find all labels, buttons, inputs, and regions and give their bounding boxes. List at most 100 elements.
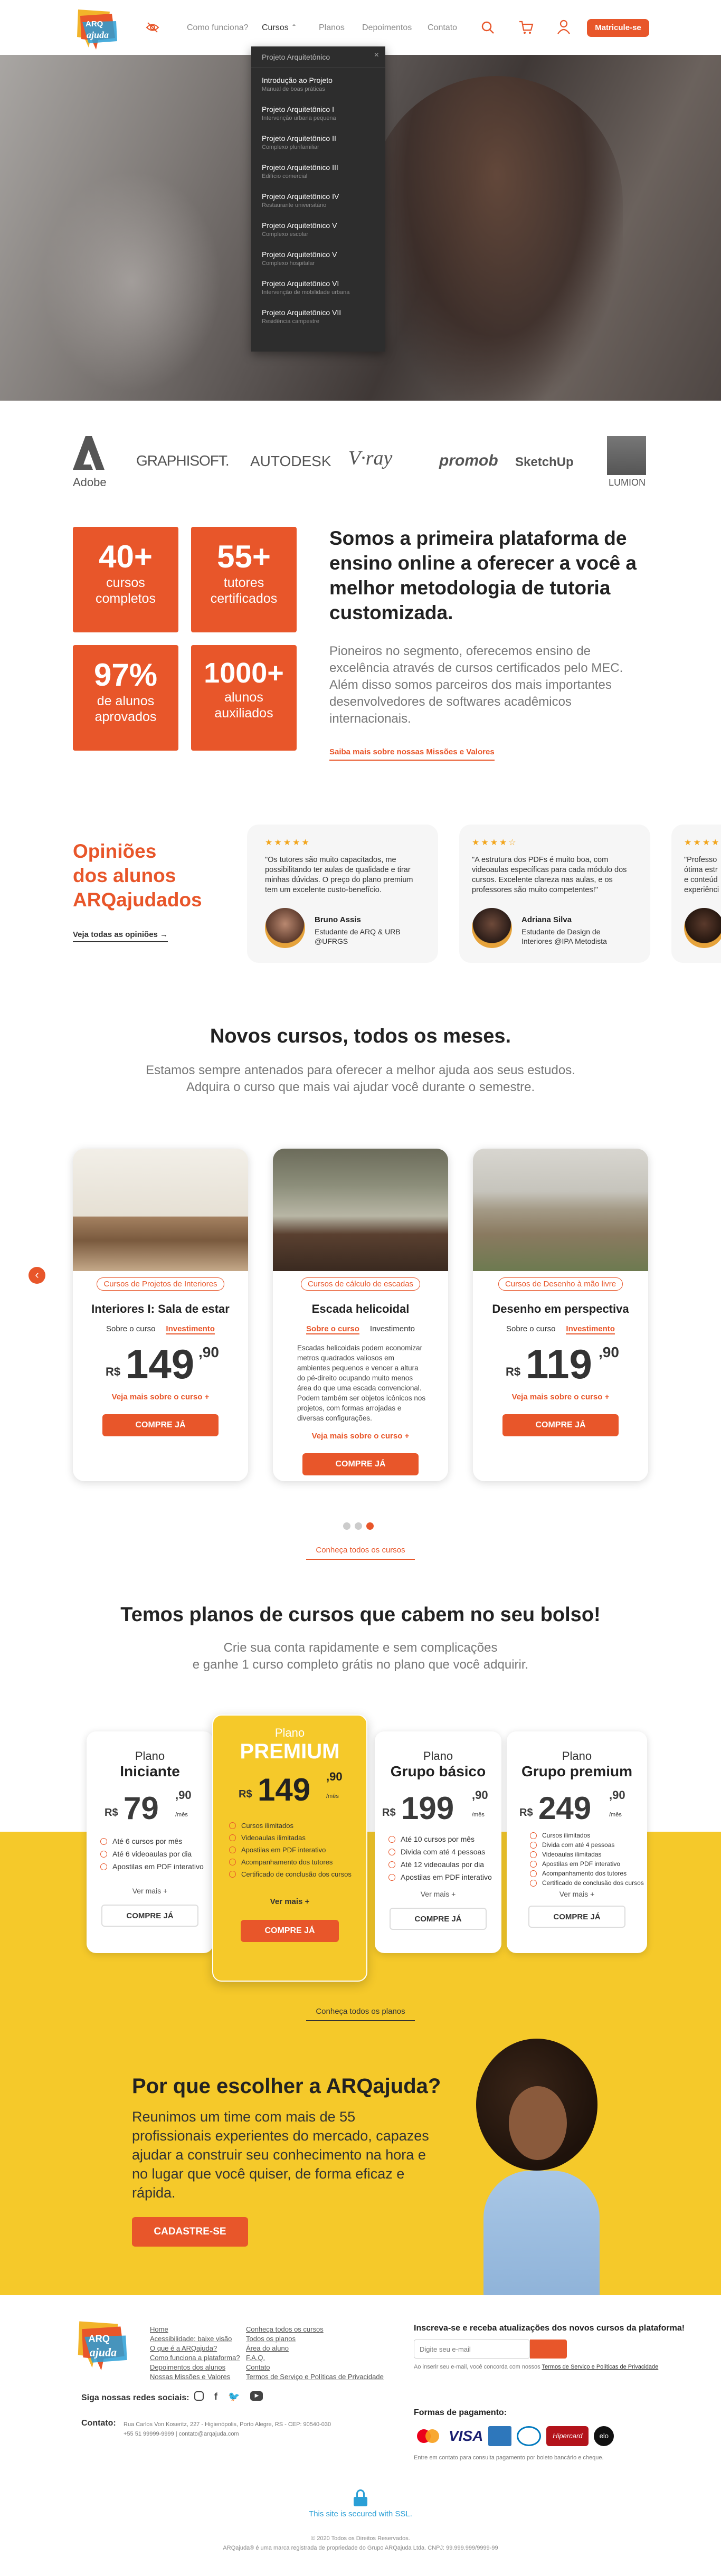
course-more-link[interactable]: Veja mais sobre o curso + [273,1432,448,1441]
plan-more-link[interactable]: Ver mais + [507,1890,647,1898]
user-icon[interactable] [556,19,571,35]
buy-button[interactable]: COMPRE JÁ [101,1905,198,1927]
dropdown-item[interactable]: Projeto Arquitetônico IV Restaurante univ… [251,187,385,216]
plan-feature: Cursos ilimitados [530,1832,647,1839]
tab-price[interactable]: Investimento [566,1324,615,1334]
buy-button[interactable]: COMPRE JÁ [241,1920,339,1942]
check-icon [530,1832,537,1839]
plan-feature: Videoaulas ilimitadas [229,1834,366,1842]
course-category-tag: Cursos de Desenho à mão livre [498,1277,623,1291]
search-icon[interactable] [480,20,495,35]
plan-more-link[interactable]: Ver mais + [375,1890,501,1898]
footer-link[interactable]: Área do aluno [246,2344,384,2353]
tab-about[interactable]: Sobre o curso [306,1324,359,1334]
all-courses-link[interactable]: Conheça todos os cursos [306,1546,415,1560]
buy-button[interactable]: COMPRE JÁ [390,1908,487,1930]
footer-link[interactable]: Nossas Missões e Valores [150,2372,240,2382]
payment-note: Entre em contato para consulta pagamento… [414,2455,604,2461]
dropdown-item[interactable]: Projeto Arquitetônico VII Residência camp… [251,303,385,332]
carousel-dot[interactable] [366,1522,374,1530]
course-description: Escadas helicoidais podem economizar met… [297,1344,426,1422]
footer-link[interactable]: O que é a ARQajuda? [150,2344,240,2353]
autodesk-logo: AUTODESK [250,453,331,469]
courses-title: Novos cursos, todos os meses. [210,1025,511,1047]
footer-link[interactable]: Conheça todos os cursos [246,2325,384,2334]
footer-link[interactable]: Termos de Serviço e Políticas de Privaci… [246,2372,384,2382]
footer-link[interactable]: Como funciona a plataforma? [150,2353,240,2363]
rating-stars: ★★★★★ [265,838,311,847]
plan-more-link[interactable]: Ver mais + [213,1897,366,1906]
lock-icon [354,2489,367,2506]
check-icon [229,1834,236,1841]
visa-icon: VISA [449,2428,483,2444]
course-more-link[interactable]: Veja mais sobre o curso + [473,1393,648,1401]
plan-feature: Até 6 videoaulas por dia [100,1850,213,1858]
dropdown-item[interactable]: Introdução ao Projeto Manual de boas prát… [251,71,385,100]
plan-feature: Acompanhamento dos tutores [229,1858,366,1866]
footer-link[interactable]: Depoimentos dos alunos [150,2363,240,2372]
check-icon [388,1835,395,1843]
course-title: Escada helicoidal [311,1302,410,1315]
plan-more-link[interactable]: Ver mais + [87,1887,213,1895]
dropdown-item[interactable]: Projeto Arquitetônico VI Intervenção de m… [251,274,385,303]
all-testimonials-link[interactable]: Veja todas as opiniões → [73,930,168,942]
footer-link[interactable]: Todos os planos [246,2334,384,2344]
all-plans-link[interactable]: Conheça todos os planos [306,2007,415,2021]
twitter-icon[interactable]: 🐦 [228,2391,240,2402]
tab-about[interactable]: Sobre o curso [106,1324,155,1333]
signup-button[interactable]: CADASTRE-SE [132,2217,248,2247]
low-vision-icon[interactable] [146,22,159,33]
check-icon [530,1841,537,1849]
contact-info: Rua Carlos Von Koseritz, 227 - Higienópo… [124,2421,331,2437]
nav-depoimentos[interactable]: Depoimentos [362,23,412,33]
dropdown-item[interactable]: Projeto Arquitetônico V Complexo escolar [251,216,385,245]
course-image [73,1149,248,1271]
ssl-text: This site is secured with SSL. [309,2509,412,2518]
footer-link[interactable]: Home [150,2325,240,2334]
buy-button[interactable]: COMPRE JÁ [302,1453,419,1475]
youtube-icon[interactable]: ▶ [250,2391,263,2401]
newsletter-email-input[interactable] [414,2340,530,2359]
course-title: Desenho em perspectiva [492,1302,629,1315]
buy-button[interactable]: COMPRE JÁ [528,1906,625,1928]
footer-link[interactable]: F.A.Q. [246,2353,384,2363]
newsletter-submit-button[interactable] [530,2340,567,2359]
tab-about[interactable]: Sobre o curso [506,1324,555,1333]
footer-link[interactable]: Acessibilidade: baixe visão [150,2334,240,2344]
dropdown-item[interactable]: Projeto Arquitetônico V Complexo hospital… [251,245,385,274]
elo-icon: elo [594,2426,614,2446]
matricule-button[interactable]: Matricule-se [587,19,649,37]
tab-price[interactable]: Investimento [370,1324,415,1333]
cart-icon[interactable] [518,20,534,35]
carousel-prev-button[interactable]: ‹ [29,1267,45,1284]
arqajuda-logo[interactable]: ARQ ajuda [73,7,120,52]
instagram-icon[interactable] [194,2391,204,2401]
copyright: © 2020 Todos os Direitos Reservados. ARQa… [223,2535,498,2551]
course-category-tag: Cursos de Projetos de Interiores [97,1277,224,1291]
nav-contato[interactable]: Contato [428,23,457,33]
tab-price[interactable]: Investimento [166,1324,215,1334]
buy-button[interactable]: COMPRE JÁ [102,1414,219,1436]
dropdown-item[interactable]: Projeto Arquitetônico I Intervenção urban… [251,100,385,129]
dropdown-item[interactable]: Projeto Arquitetônico II Complexo plurifa… [251,129,385,158]
footer-link[interactable]: Contato [246,2363,384,2372]
check-icon [388,1873,395,1881]
terms-link[interactable]: Termos de Serviço e Políticas de Privaci… [542,2364,659,2370]
buy-button[interactable]: COMPRE JÁ [502,1414,619,1436]
dropdown-item[interactable]: Projeto Arquitetônico III Edifício comerc… [251,158,385,187]
nav-como-funciona[interactable]: Como funciona? [187,23,249,33]
testimonial-text: "Os tutores são muito capacitados, me po… [265,856,413,894]
nav-planos[interactable]: Planos [319,23,345,33]
course-more-link[interactable]: Veja mais sobre o curso + [73,1393,248,1401]
check-icon [530,1879,537,1887]
check-icon [229,1871,236,1878]
nav-cursos[interactable]: Cursos [262,23,289,33]
carousel-dot[interactable] [355,1522,362,1530]
social-label: Siga nossas redes sociais: [81,2393,189,2402]
footer-logo: ARQ ajuda [78,2321,127,2371]
facebook-icon[interactable]: f [214,2391,217,2402]
carousel-dot[interactable] [343,1522,350,1530]
close-icon[interactable]: × [374,51,379,60]
check-icon [530,1860,537,1868]
about-link[interactable]: Saiba mais sobre nossas Missões e Valore… [329,747,495,761]
